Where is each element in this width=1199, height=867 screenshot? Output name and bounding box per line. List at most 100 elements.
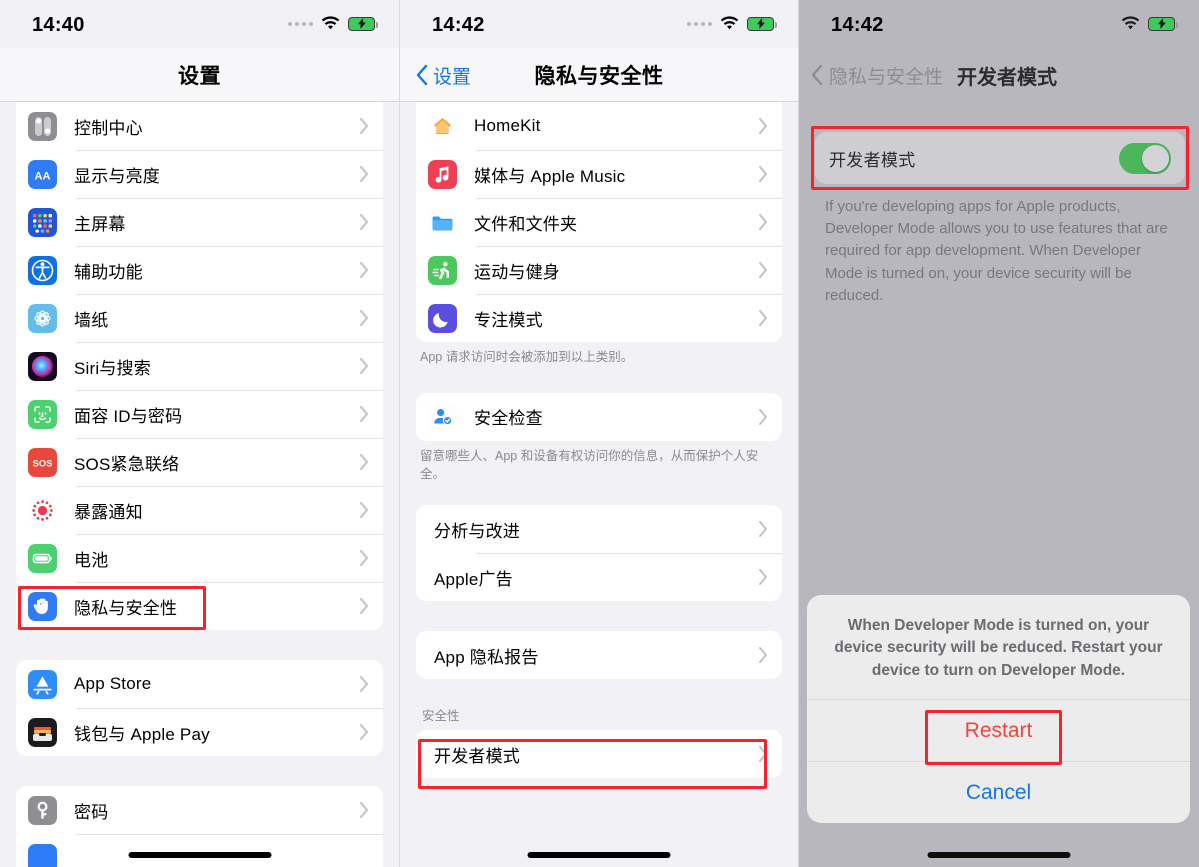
status-bar: 14:42 <box>799 0 1199 48</box>
focus-mode-icon <box>428 303 457 333</box>
battery-charging-icon <box>1148 16 1178 31</box>
sidebar-item-emergency-sos[interactable]: SOS SOS紧急联络 <box>16 438 383 486</box>
chevron-right-icon <box>360 358 369 374</box>
chevron-right-icon <box>360 214 369 230</box>
status-time: 14:42 <box>432 14 485 36</box>
exposure-notifications-icon <box>28 495 57 525</box>
face-id-icon <box>28 399 57 429</box>
phone-screen-privacy-security: 14:42 设置 隐私与安全性 HomeKit 媒体与 Apple Music … <box>399 0 798 867</box>
sidebar-item-battery[interactable]: 电池 <box>16 534 383 582</box>
chevron-right-icon <box>759 166 768 182</box>
restart-alert-dialog: When Developer Mode is turned on, your d… <box>807 595 1190 823</box>
list-item-analytics-improvements[interactable]: 分析与改进 <box>416 505 782 554</box>
toggle-knob <box>1142 144 1169 172</box>
sidebar-item-privacy-security[interactable]: 隐私与安全性 <box>16 582 383 630</box>
signal-dots-icon <box>687 21 712 26</box>
battery-charging-icon <box>747 16 777 31</box>
list-item-label: 运动与健身 <box>474 262 560 282</box>
nav-bar: 设置 <box>0 48 399 102</box>
privacy-hand-icon <box>28 591 57 621</box>
status-bar: 14:40 <box>0 0 399 48</box>
list-item-developer-mode[interactable]: 开发者模式 <box>416 730 782 779</box>
sidebar-item-wallet-apple-pay[interactable]: 钱包与 Apple Pay <box>16 708 383 756</box>
alert-message: When Developer Mode is turned on, your d… <box>834 617 1163 679</box>
list-item-media-apple-music[interactable]: 媒体与 Apple Music <box>416 150 782 198</box>
chevron-right-icon <box>360 406 369 422</box>
list-item-homekit[interactable]: HomeKit <box>416 102 782 150</box>
sidebar-item-face-id-passcode[interactable]: 面容 ID与密码 <box>16 390 383 438</box>
chevron-right-icon <box>360 118 369 134</box>
chevron-right-icon <box>360 454 369 470</box>
status-indicators <box>288 16 378 31</box>
back-button[interactable]: 设置 <box>416 48 471 102</box>
status-bar: 14:42 <box>400 0 798 48</box>
list-item-focus-mode[interactable]: 专注模式 <box>416 294 782 342</box>
list-item-app-privacy-report[interactable]: App 隐私报告 <box>416 631 782 680</box>
developer-mode-toggle-row[interactable]: 开发者模式 <box>815 132 1185 184</box>
sidebar-item-accessibility[interactable]: 辅助功能 <box>16 246 383 294</box>
chevron-right-icon <box>759 569 768 586</box>
chevron-right-icon <box>360 802 369 818</box>
sidebar-item-control-center[interactable]: 控制中心 <box>16 102 383 150</box>
svg-text:SOS: SOS <box>33 457 53 468</box>
chevron-right-icon <box>360 310 369 326</box>
cancel-button[interactable]: Cancel <box>807 761 1190 823</box>
wallet-icon <box>28 717 57 747</box>
sidebar-item-passwords[interactable]: 密码 <box>16 786 383 834</box>
three-phone-screenshots: 14:40 设置 控制中心 AA 显示与亮度 主屏幕 辅助功能 墙纸 Siri与… <box>0 0 1199 867</box>
sidebar-item-exposure-notifications[interactable]: 暴露通知 <box>16 486 383 534</box>
restart-button[interactable]: Restart <box>807 699 1190 761</box>
signal-dots-icon <box>288 21 313 26</box>
sidebar-item-label: 控制中心 <box>74 118 143 138</box>
battery-icon <box>28 543 57 573</box>
sidebar-item-label: 密码 <box>74 802 109 822</box>
home-indicator <box>527 852 671 858</box>
page-title: 隐私与安全性 <box>534 64 664 88</box>
developer-mode-toggle[interactable] <box>1119 142 1171 174</box>
chevron-right-icon <box>360 550 369 566</box>
list-item-label: Apple广告 <box>434 569 513 589</box>
back-button[interactable]: 隐私与安全性 <box>811 62 943 89</box>
status-time: 14:42 <box>831 14 884 36</box>
settings-scroll-area[interactable]: 控制中心 AA 显示与亮度 主屏幕 辅助功能 墙纸 Siri与搜索 面容 ID与… <box>0 102 399 867</box>
list-item-label: 分析与改进 <box>434 521 520 541</box>
sidebar-item-label: 辅助功能 <box>74 262 143 282</box>
status-time: 14:40 <box>32 14 85 36</box>
list-item-apple-advertising[interactable]: Apple广告 <box>416 553 782 602</box>
wifi-icon <box>720 16 739 30</box>
chevron-right-icon <box>759 262 768 278</box>
chevron-right-icon <box>360 676 369 692</box>
phone-screen-developer-mode: 14:42 隐私与安全性 开发者模式 开发者模式 If you're devel… <box>798 0 1199 867</box>
homekit-icon <box>428 111 457 141</box>
sidebar-item-home-screen[interactable]: 主屏幕 <box>16 198 383 246</box>
list-item-label: 专注模式 <box>474 310 543 330</box>
sidebar-item-app-store[interactable]: App Store <box>16 660 383 708</box>
passwords-key-icon <box>28 795 57 825</box>
developer-mode-group: 开发者模式 <box>416 730 782 779</box>
chevron-right-icon <box>759 746 768 763</box>
status-indicators <box>1088 16 1178 31</box>
settings-group-store: App Store 钱包与 Apple Pay <box>16 660 383 756</box>
sidebar-item-wallpaper[interactable]: 墙纸 <box>16 294 383 342</box>
display-brightness-icon: AA <box>28 159 57 189</box>
sidebar-item-display-brightness[interactable]: AA 显示与亮度 <box>16 150 383 198</box>
chevron-right-icon <box>759 521 768 538</box>
back-button-label: 隐私与安全性 <box>829 66 944 88</box>
signal-dots-icon <box>1088 21 1113 26</box>
nav-bar: 设置 隐私与安全性 <box>400 48 798 102</box>
footnote-safety-check: 留意哪些人、App 和设备有权访问你的信息，从而保护个人安全。 <box>420 448 759 481</box>
wifi-icon <box>321 16 340 30</box>
fitness-icon <box>428 255 457 285</box>
sidebar-item-siri-search[interactable]: Siri与搜索 <box>16 342 383 390</box>
svg-text:AA: AA <box>35 170 51 182</box>
page-title: 开发者模式 <box>957 66 1058 89</box>
sidebar-item-label: SOS紧急联络 <box>74 454 180 474</box>
privacy-scroll-area[interactable]: HomeKit 媒体与 Apple Music 文件和文件夹 运动与健身 专注模… <box>400 102 798 867</box>
analytics-ads-group: 分析与改进 Apple广告 <box>416 505 782 602</box>
chevron-right-icon <box>360 724 369 740</box>
sidebar-item-partial-cut[interactable] <box>16 834 383 867</box>
list-item-safety-check[interactable]: 安全检查 <box>416 392 782 441</box>
home-indicator <box>927 852 1071 858</box>
list-item-fitness[interactable]: 运动与健身 <box>416 246 782 294</box>
list-item-files-folders[interactable]: 文件和文件夹 <box>416 198 782 246</box>
